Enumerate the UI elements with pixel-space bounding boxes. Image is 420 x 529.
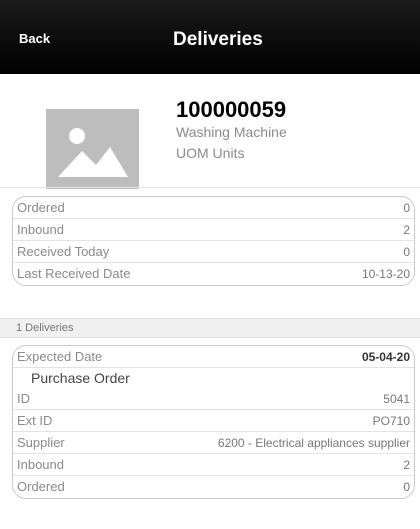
- product-card: 100000059 Washing Machine UOM Units: [0, 74, 420, 189]
- product-uom: UOM Units: [176, 145, 245, 161]
- row-value: 05-04-20: [361, 350, 410, 364]
- row-label: Ordered: [17, 479, 65, 494]
- row-label: ID: [17, 391, 30, 406]
- back-button[interactable]: Back: [19, 31, 50, 46]
- delivery-expected-date: Expected Date 05-04-20: [13, 346, 414, 368]
- row-label: Ext ID: [17, 413, 53, 428]
- row-value: 2: [403, 458, 410, 472]
- purchase-order-heading: Purchase Order: [31, 370, 130, 386]
- divider: [0, 187, 420, 188]
- delivery-field-inbound: Inbound 2: [13, 454, 414, 476]
- row-label: Inbound: [17, 457, 64, 472]
- row-label: Ordered: [17, 200, 65, 215]
- row-value: 5041: [383, 392, 410, 406]
- summary-row-received-today: Received Today 0: [13, 241, 414, 263]
- delivery-field-id: ID 5041: [13, 388, 414, 410]
- row-label: Received Today: [17, 244, 110, 259]
- row-value: 0: [403, 480, 410, 494]
- row-value: 6200 - Electrical appliances supplier: [217, 436, 410, 450]
- page-title: Deliveries: [173, 29, 263, 50]
- top-bar: Back Deliveries: [0, 0, 420, 74]
- summary-row-inbound: Inbound 2: [13, 219, 414, 241]
- product-name: Washing Machine: [176, 124, 287, 140]
- product-id: 100000059: [176, 97, 287, 122]
- row-label: Last Received Date: [17, 266, 131, 281]
- delivery-field-ext-id: Ext ID PO710: [13, 410, 414, 432]
- deliveries-count: 1 Deliveries: [16, 322, 74, 334]
- image-placeholder-icon: [46, 109, 139, 189]
- deliveries-count-header: 1 Deliveries: [0, 318, 420, 338]
- delivery-box[interactable]: Expected Date 05-04-20 Purchase Order ID…: [12, 345, 415, 499]
- row-label: Inbound: [17, 222, 64, 237]
- row-label: Expected Date: [17, 349, 103, 364]
- summary-box: Ordered 0 Inbound 2 Received Today 0 Las…: [12, 196, 415, 286]
- delivery-field-supplier: Supplier 6200 - Electrical appliances su…: [13, 432, 414, 454]
- delivery-field-ordered: Ordered 0: [13, 476, 414, 498]
- row-label: Supplier: [17, 435, 65, 450]
- row-value: 0: [403, 245, 410, 259]
- row-value: 2: [403, 223, 410, 237]
- summary-row-last-received: Last Received Date 10-13-20: [13, 263, 414, 285]
- summary-row-ordered: Ordered 0: [13, 197, 414, 219]
- row-value: 10-13-20: [361, 267, 410, 281]
- row-value: PO710: [372, 414, 410, 428]
- row-value: 0: [403, 201, 410, 215]
